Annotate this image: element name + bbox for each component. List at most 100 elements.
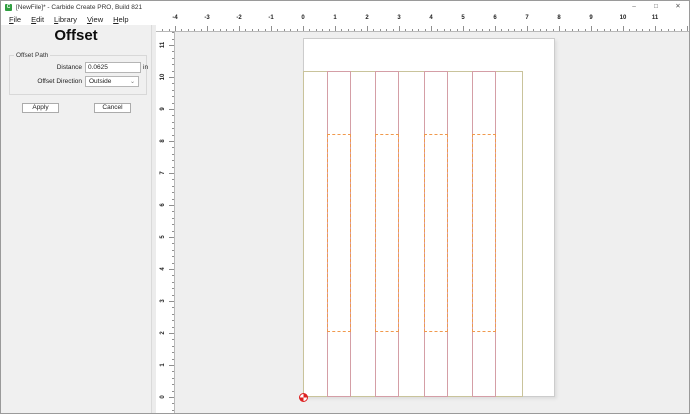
menu-item-library[interactable]: Library: [49, 15, 82, 24]
ruler-tick: [629, 29, 630, 31]
ruler-tick: [405, 29, 406, 31]
ruler-tick: [469, 29, 470, 31]
ruler-tick: [169, 205, 174, 206]
group-label: Offset Path: [14, 52, 50, 59]
ruler-label: 4: [159, 263, 167, 275]
ruler-tick: [559, 26, 560, 31]
ruler-tick: [172, 96, 174, 97]
minimize-button[interactable]: –: [623, 1, 645, 13]
cancel-button[interactable]: Cancel: [94, 103, 131, 113]
ruler-tick: [341, 29, 342, 31]
menu-item-edit[interactable]: Edit: [26, 15, 49, 24]
menu-item-file[interactable]: File: [4, 15, 26, 24]
ruler-tick: [418, 29, 419, 31]
ruler-tick: [578, 29, 579, 31]
vertical-ruler: 01234567891011: [156, 32, 175, 414]
ruler-tick: [533, 29, 534, 31]
ruler-tick: [172, 346, 174, 347]
ruler-tick: [649, 29, 650, 31]
ruler-tick: [169, 109, 174, 110]
ruler-tick: [172, 32, 174, 33]
ruler-tick: [172, 256, 174, 257]
ruler-tick: [220, 29, 221, 31]
distance-input[interactable]: [85, 62, 141, 73]
ruler-tick: [354, 29, 355, 31]
ruler-tick: [172, 192, 174, 193]
apply-button[interactable]: Apply: [22, 103, 59, 113]
ruler-tick: [316, 29, 317, 31]
offset-path-group: Offset Path Distance in Offset Direction…: [9, 55, 147, 95]
ruler-tick: [172, 135, 174, 136]
ruler-tick: [444, 29, 445, 31]
ruler-tick: [303, 26, 304, 31]
ruler-tick: [169, 301, 174, 302]
ruler-tick: [297, 29, 298, 31]
ruler-tick: [162, 29, 163, 31]
ruler-tick: [172, 115, 174, 116]
ruler-tick: [348, 29, 349, 31]
offset-panel: Offset Offset Path Distance in Offset Di…: [1, 25, 152, 414]
menu-item-view[interactable]: View: [82, 15, 108, 24]
ruler-tick: [172, 160, 174, 161]
ruler-tick: [290, 29, 291, 31]
ruler-tick: [271, 26, 272, 31]
selected-rectangle-vector[interactable]: [327, 134, 351, 332]
ruler-label: 3: [391, 15, 407, 21]
menu-item-help[interactable]: Help: [108, 15, 133, 24]
ruler-tick: [172, 147, 174, 148]
ruler-tick: [412, 29, 413, 31]
ruler-tick: [636, 29, 637, 31]
ruler-tick: [169, 45, 174, 46]
ruler-label: 10: [615, 15, 631, 21]
ruler-tick: [591, 26, 592, 31]
ruler-tick: [172, 71, 174, 72]
ruler-tick: [457, 29, 458, 31]
design-canvas[interactable]: [175, 32, 690, 414]
ruler-tick: [361, 29, 362, 31]
ruler-tick: [172, 90, 174, 91]
close-button[interactable]: ✕: [667, 1, 689, 13]
ruler-label: 8: [551, 15, 567, 21]
ruler-tick: [514, 29, 515, 31]
ruler-tick: [373, 29, 374, 31]
ruler-tick: [169, 365, 174, 366]
ruler-tick: [565, 29, 566, 31]
ruler-label: 3: [159, 295, 167, 307]
offset-direction-value: Outside: [89, 78, 111, 85]
maximize-button[interactable]: □: [645, 1, 667, 13]
selected-rectangle-vector[interactable]: [375, 134, 399, 332]
ruler-tick: [476, 29, 477, 31]
ruler-tick: [553, 29, 554, 31]
ruler-tick: [172, 314, 174, 315]
ruler-tick: [172, 391, 174, 392]
ruler-tick: [610, 29, 611, 31]
ruler-tick: [540, 29, 541, 31]
ruler-tick: [172, 307, 174, 308]
ruler-tick: [172, 359, 174, 360]
ruler-tick: [527, 26, 528, 31]
ruler-tick: [172, 263, 174, 264]
offset-direction-dropdown[interactable]: Outside ⌄: [85, 76, 139, 87]
ruler-label: 10: [159, 71, 167, 83]
ruler-tick: [239, 26, 240, 31]
ruler-tick: [172, 64, 174, 65]
ruler-tick: [277, 29, 278, 31]
ruler-tick: [284, 29, 285, 31]
ruler-tick: [172, 199, 174, 200]
ruler-tick: [380, 29, 381, 31]
ruler-tick: [201, 29, 202, 31]
ruler-tick: [172, 352, 174, 353]
ruler-tick: [169, 333, 174, 334]
ruler-tick: [172, 320, 174, 321]
ruler-tick: [169, 397, 174, 398]
ruler-tick: [172, 378, 174, 379]
ruler-tick: [172, 103, 174, 104]
ruler-tick: [661, 29, 662, 31]
selected-rectangle-vector[interactable]: [424, 134, 448, 332]
ruler-tick: [169, 237, 174, 238]
ruler-tick: [172, 250, 174, 251]
ruler-tick: [425, 29, 426, 31]
selected-rectangle-vector[interactable]: [472, 134, 496, 332]
ruler-tick: [501, 29, 502, 31]
ruler-tick: [172, 167, 174, 168]
